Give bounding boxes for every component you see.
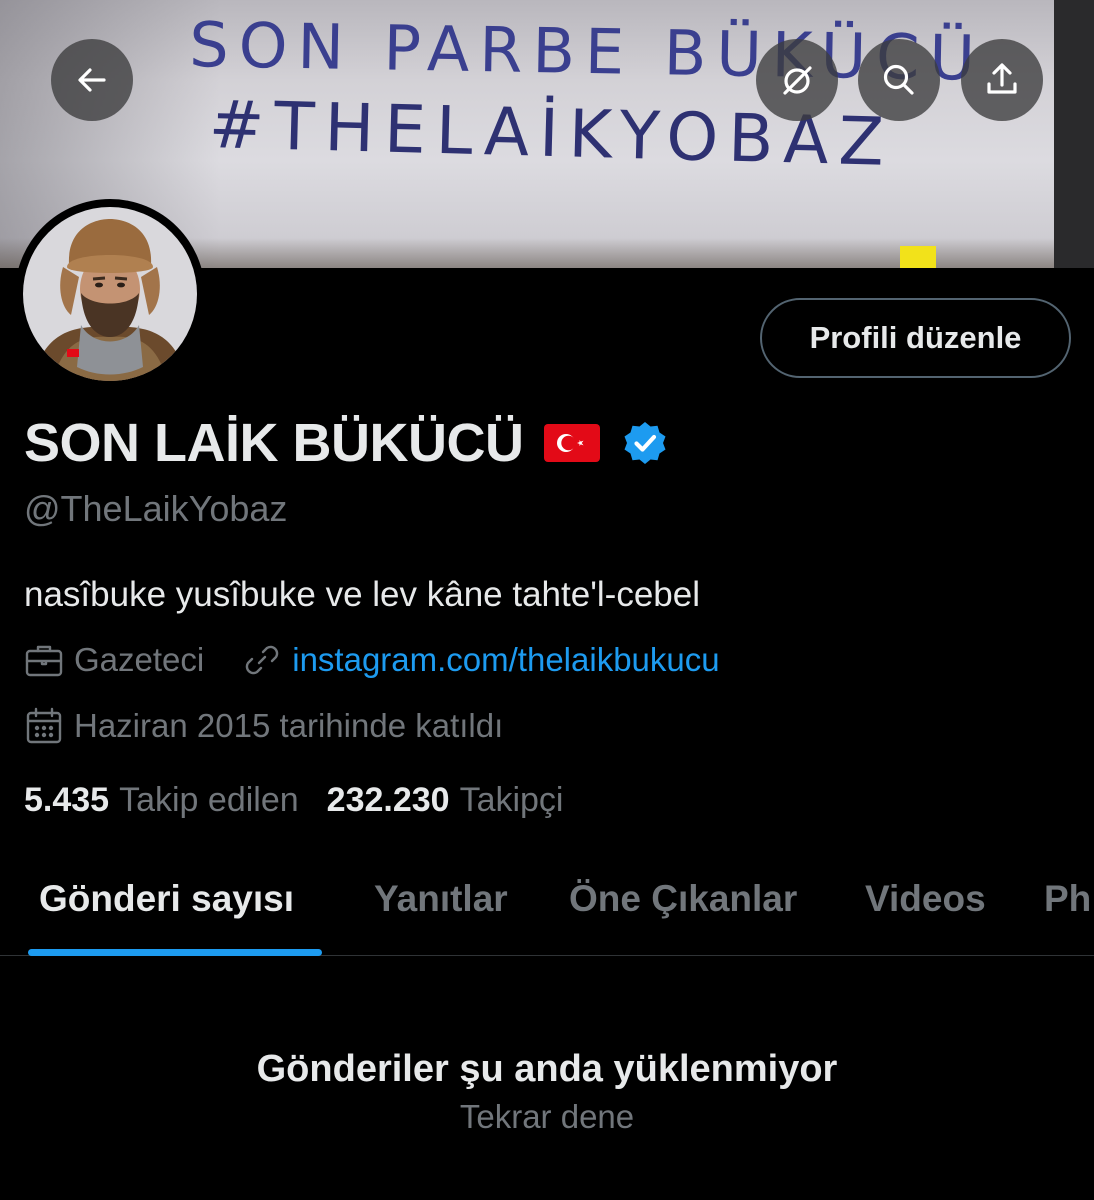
profile-meta-row: Gazeteci instagram.com/thelaikbukucu	[24, 640, 720, 680]
display-name: SON LAİK BÜKÜCÜ	[24, 413, 524, 473]
followers-count: 232.230	[326, 781, 450, 819]
tab-videos[interactable]: Videos	[865, 878, 986, 920]
calendar-icon	[26, 707, 62, 744]
following-label: Takip edilen	[119, 781, 299, 819]
following-link[interactable]: 5.435 Takip edilen	[24, 781, 299, 820]
tab-replies[interactable]: Yanıtlar	[374, 878, 508, 920]
user-handle: @TheLaikYobaz	[24, 488, 288, 529]
tab-photos[interactable]: Ph	[1044, 878, 1091, 920]
edit-profile-button[interactable]: Profili düzenle	[760, 298, 1071, 378]
arrow-left-icon	[78, 68, 106, 92]
joined-row: Haziran 2015 tarihinde katıldı	[24, 706, 503, 746]
active-tab-indicator	[28, 949, 322, 956]
grok-icon	[783, 66, 812, 95]
follow-stats: 5.435 Takip edilen 232.230 Takipçi	[24, 781, 564, 820]
turkey-flag-icon	[543, 424, 600, 462]
link-icon	[245, 645, 279, 675]
bio-text: nasîbuke yusîbuke ve lev kâne tahte'l-ce…	[24, 575, 700, 614]
search-icon	[883, 64, 914, 95]
followers-label: Takipçi	[459, 781, 564, 819]
tab-posts[interactable]: Gönderi sayısı	[39, 878, 294, 920]
share-icon	[987, 63, 1017, 94]
avatar[interactable]	[15, 199, 205, 389]
banner-yellow-sticker	[900, 246, 936, 268]
retry-button[interactable]: Tekrar dene	[0, 1098, 1094, 1136]
back-button[interactable]	[51, 39, 133, 121]
feed-error-title: Gönderiler şu anda yüklenmiyor	[256, 1048, 838, 1090]
following-count: 5.435	[24, 781, 110, 819]
search-button[interactable]	[858, 39, 940, 121]
share-button[interactable]	[961, 39, 1043, 121]
banner-edge	[1054, 0, 1094, 268]
display-name-row: SON LAİK BÜKÜCÜ	[24, 408, 668, 478]
profession-label: Gazeteci	[74, 641, 205, 678]
verified-badge-icon[interactable]	[622, 420, 668, 466]
joined-date: Haziran 2015 tarihinde katıldı	[74, 707, 504, 744]
website-link[interactable]: instagram.com/thelaikbukucu	[292, 641, 719, 679]
avatar-portrait-image	[23, 207, 197, 381]
followers-link[interactable]: 232.230 Takipçi	[327, 781, 564, 820]
grok-button[interactable]	[756, 39, 838, 121]
briefcase-icon	[25, 645, 63, 677]
tab-highlights[interactable]: Öne Çıkanlar	[569, 878, 797, 920]
profile-tabs: Gönderi sayısı Yanıtlar Öne Çıkanlar Vid…	[0, 850, 1094, 956]
